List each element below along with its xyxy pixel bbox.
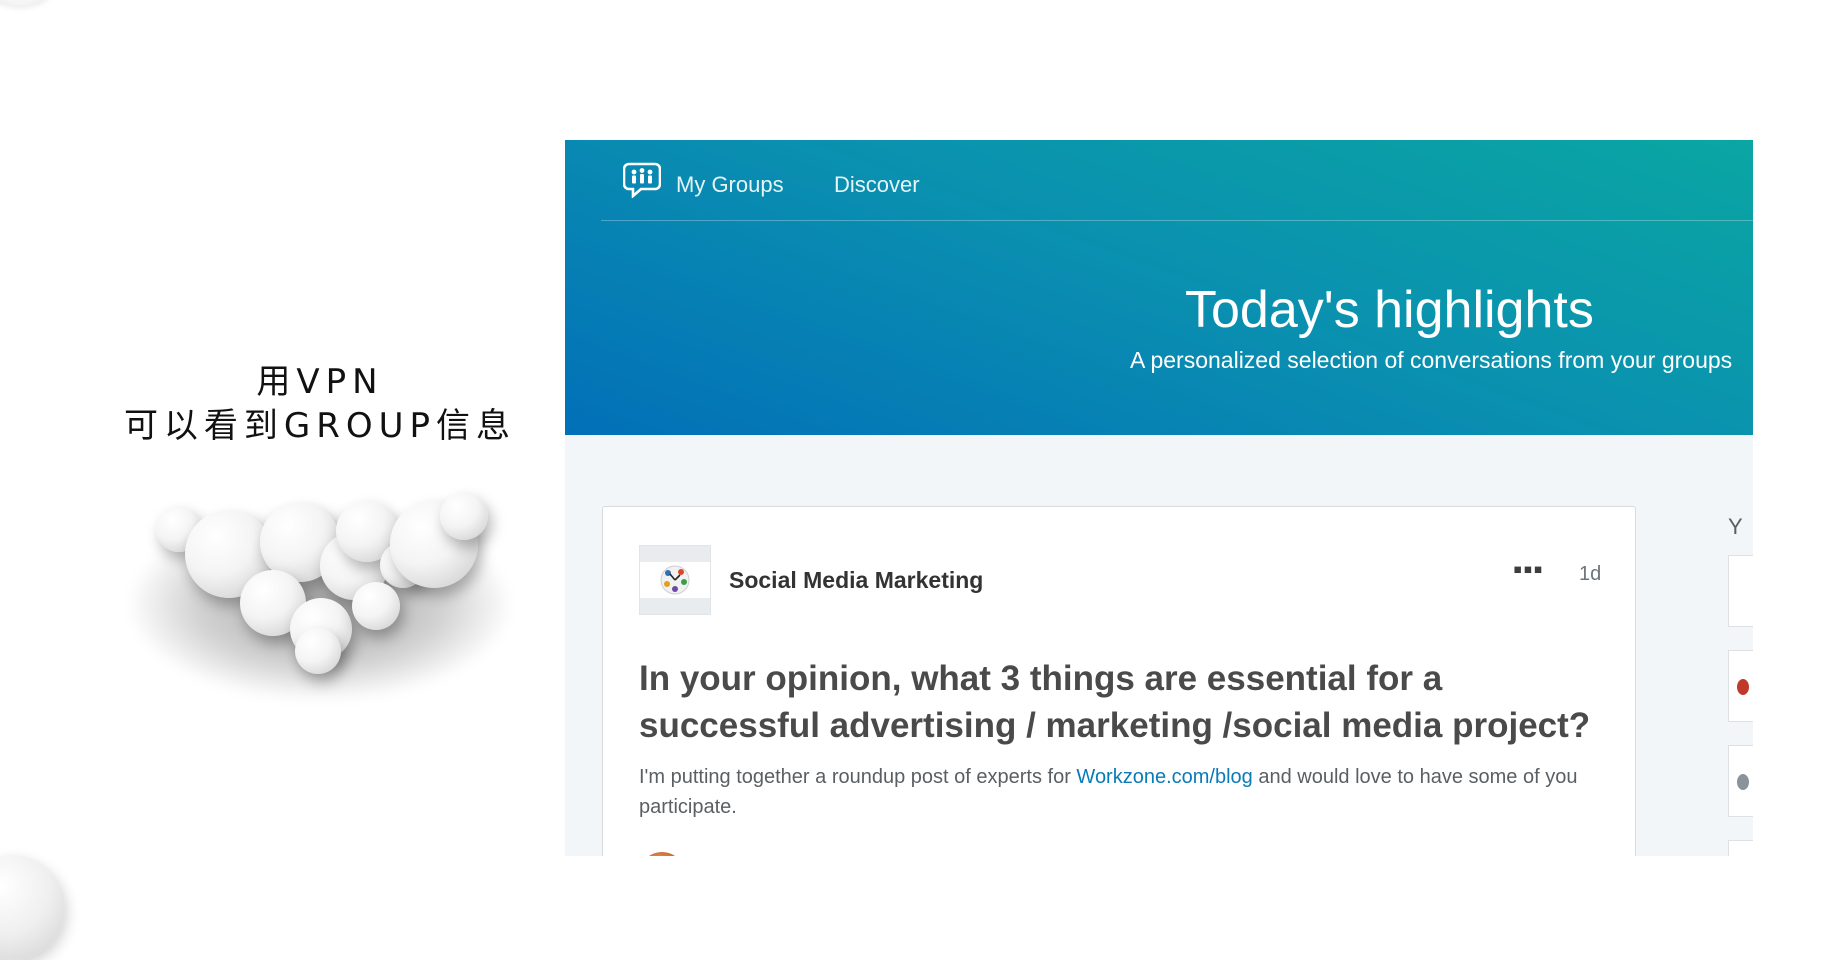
right-sidebar: Y	[1721, 500, 1753, 856]
group-logo-icon	[1737, 679, 1749, 695]
post-age: 1d	[1579, 563, 1602, 585]
post-title[interactable]: In your opinion, what 3 things are essen…	[639, 655, 1619, 749]
caption-line-2: 可以看到GROUP信息	[123, 406, 517, 446]
nav-discover[interactable]: Discover	[834, 172, 920, 198]
post-body-text: I'm putting together a roundup post of e…	[639, 766, 1077, 788]
more-options-icon[interactable]: ▪▪▪	[1513, 556, 1544, 582]
social-media-marketing-logo	[660, 565, 690, 595]
group-thumbnail[interactable]	[639, 545, 711, 615]
hero-title: Today's highlights	[1185, 281, 1594, 339]
thumb-band	[640, 546, 710, 562]
nav-my-groups[interactable]: My Groups	[676, 172, 784, 198]
decorative-bubble-corner	[0, 855, 65, 960]
bubble	[440, 492, 488, 540]
avatar[interactable]	[639, 852, 685, 856]
groups-screenshot: My Groups Discover Today's highlights A …	[565, 140, 1753, 856]
hero-subtitle: A personalized selection of conversation…	[1130, 347, 1733, 373]
sidebar-group-thumb[interactable]	[1728, 840, 1753, 856]
group-logo-icon	[1737, 774, 1749, 790]
sidebar-group-thumb[interactable]	[1728, 745, 1753, 817]
groups-chat-icon[interactable]	[623, 162, 661, 198]
group-name[interactable]: Social Media Marketing	[729, 567, 983, 594]
caption-line-1: 用VPN	[256, 362, 384, 402]
bubble	[295, 628, 341, 674]
hero-banner: My Groups Discover Today's highlights A …	[565, 140, 1753, 435]
thumb-band	[640, 598, 710, 614]
decorative-bubbles	[90, 470, 520, 740]
post-body-link[interactable]: Workzone.com/blog	[1076, 766, 1252, 788]
sidebar-group-thumb[interactable]	[1728, 555, 1753, 627]
bubble	[352, 582, 400, 630]
sidebar-group-thumb[interactable]	[1728, 650, 1753, 722]
slide-caption: 用VPN 可以看到GROUP信息	[100, 360, 540, 448]
top-nav: My Groups Discover	[601, 140, 1753, 221]
decorative-bubble-top	[0, 0, 50, 5]
sidebar-heading: Y	[1728, 514, 1743, 539]
post-card[interactable]: Social Media Marketing ▪▪▪ 1d In your op…	[602, 506, 1636, 856]
post-body: I'm putting together a roundup post of e…	[639, 762, 1599, 822]
